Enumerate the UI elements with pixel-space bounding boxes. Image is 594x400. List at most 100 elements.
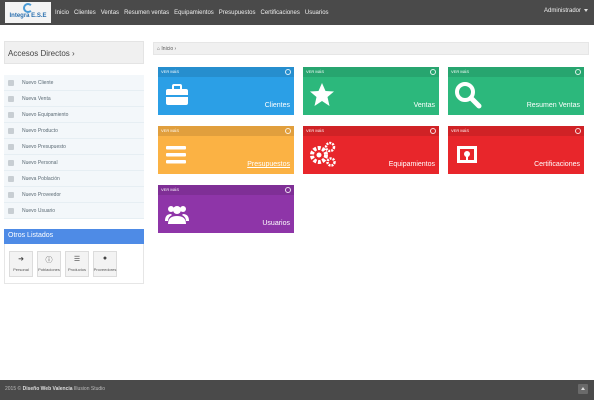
list-icon: ☰ xyxy=(73,256,81,263)
ver-mas-link[interactable]: VER MÁS xyxy=(306,69,324,74)
tile-label: Usuarios xyxy=(262,220,290,227)
tile-header: VER MÁS xyxy=(303,67,439,77)
quick-link-nuevo-personal[interactable]: Nuevo Personal xyxy=(4,155,144,171)
document-icon xyxy=(8,143,14,150)
otros-listados-header: Otros Listados xyxy=(4,229,144,244)
quick-link-label: Nuevo Producto xyxy=(22,127,58,134)
person-icon xyxy=(8,159,14,166)
tile-label: Ventas xyxy=(413,102,435,109)
briefcase-icon xyxy=(166,84,188,105)
quick-link-nuevo-proveedor[interactable]: Nuevo Proveedor xyxy=(4,187,144,203)
wrench-icon xyxy=(8,111,14,118)
arrow-circle-icon xyxy=(575,69,581,75)
quick-link-label: Nuevo Proveedor xyxy=(22,191,61,198)
ver-mas-link[interactable]: VER MÁS xyxy=(161,128,179,133)
footer-brand-link[interactable]: Diseño Web Valencia xyxy=(23,386,73,392)
tile-header: VER MÁS xyxy=(158,67,294,77)
listado-personal-button[interactable]: ➜ Personal xyxy=(9,251,33,277)
nav-item-resumen-ventas[interactable]: Resumen ventas xyxy=(124,10,169,16)
listado-poblaciones-button[interactable]: ⓘ Poblaciones xyxy=(37,251,61,277)
globe-icon: ● xyxy=(102,255,108,262)
breadcrumb-home[interactable]: ⌂ Inicio › xyxy=(157,46,176,52)
quick-link-label: Nuevo Personal xyxy=(22,159,58,166)
tile-label: Presupuestos xyxy=(247,161,290,168)
brand-logo[interactable]: Integra E.S.E xyxy=(5,2,51,23)
footer-year: 2015 © xyxy=(5,386,22,392)
tile-equipamientos[interactable]: VER MÁS Equipamientos xyxy=(303,126,439,174)
quick-link-label: Nuevo Presupuesto xyxy=(22,143,66,150)
ver-mas-link[interactable]: VER MÁS xyxy=(161,187,179,192)
nav-item-ventas[interactable]: Ventas xyxy=(101,10,119,16)
listado-label: Productos xyxy=(67,267,86,272)
breadcrumb-text: Inicio › xyxy=(161,46,177,52)
otros-listados-panel: ➜ Personal ⓘ Poblaciones ☰ Productos ● P… xyxy=(4,244,144,284)
quick-link-label: Nuevo Cliente xyxy=(22,79,54,86)
search-icon xyxy=(455,82,482,109)
quick-link-label: Nueva Población xyxy=(22,175,60,182)
quick-links-list: Nuevo Cliente Nueva Venta Nuevo Equipami… xyxy=(4,75,144,219)
info-icon: ⓘ xyxy=(45,257,53,264)
tile-header: VER MÁS xyxy=(158,185,294,195)
nav-item-equipamientos[interactable]: Equipamientos xyxy=(174,10,214,16)
quick-link-nueva-venta[interactable]: Nueva Venta xyxy=(4,91,144,107)
user-menu[interactable]: Administrador xyxy=(544,8,588,14)
breadcrumb: ⌂ Inicio › xyxy=(153,42,589,55)
tile-label: Clientes xyxy=(264,102,290,109)
listado-label: Poblaciones xyxy=(38,267,60,272)
ver-mas-link[interactable]: VER MÁS xyxy=(451,128,469,133)
arrow-circle-icon xyxy=(285,187,291,193)
tile-label: Certificaciones xyxy=(534,161,580,168)
listado-label: Personal xyxy=(13,267,29,272)
ver-mas-link[interactable]: VER MÁS xyxy=(451,69,469,74)
nav-item-certificaciones[interactable]: Certificaciones xyxy=(261,10,300,16)
listado-proveedores-button[interactable]: ● Proveedores xyxy=(93,251,117,277)
nav-item-clientes[interactable]: Clientes xyxy=(74,10,96,16)
quick-link-nuevo-usuario[interactable]: Nuevo Usuario xyxy=(4,203,144,219)
nav-item-inicio[interactable]: Inicio xyxy=(55,10,69,16)
otros-listados-title: Otros Listados xyxy=(8,232,54,239)
quick-link-nuevo-presupuesto[interactable]: Nuevo Presupuesto xyxy=(4,139,144,155)
arrow-circle-icon xyxy=(285,128,291,134)
quick-link-label: Nueva Venta xyxy=(22,95,51,102)
tile-ventas[interactable]: VER MÁS Ventas xyxy=(303,67,439,115)
tile-header: VER MÁS xyxy=(158,126,294,136)
home-icon xyxy=(8,79,14,86)
nav-item-presupuestos[interactable]: Presupuestos xyxy=(219,10,256,16)
quick-link-nuevo-producto[interactable]: Nuevo Producto xyxy=(4,123,144,139)
caret-down-icon xyxy=(584,8,588,12)
quick-link-label: Nuevo Usuario xyxy=(22,207,56,214)
tile-resumen-ventas[interactable]: VER MÁS Resumen Ventas xyxy=(448,67,584,115)
ver-mas-link[interactable]: VER MÁS xyxy=(306,128,324,133)
footer-copyright: 2015 © Diseño Web Valencia Illusion Stud… xyxy=(5,386,105,392)
quick-link-nuevo-equipamiento[interactable]: Nuevo Equipamiento xyxy=(4,107,144,123)
tile-clientes[interactable]: VER MÁS Clientes xyxy=(158,67,294,115)
user-name: Administrador xyxy=(543,8,581,14)
nav-menu: Inicio Clientes Ventas Resumen ventas Eq… xyxy=(55,0,334,25)
listado-label: Proveedores xyxy=(93,267,117,272)
list-icon xyxy=(166,146,186,164)
user-icon xyxy=(8,207,14,214)
arrow-circle-icon xyxy=(575,128,581,134)
scroll-top-button[interactable] xyxy=(578,384,588,394)
tile-presupuestos[interactable]: VER MÁS Presupuestos xyxy=(158,126,294,174)
quick-link-nueva-poblacion[interactable]: Nueva Población xyxy=(4,171,144,187)
tile-certificaciones[interactable]: VER MÁS Certificaciones xyxy=(448,126,584,174)
truck-icon xyxy=(8,191,14,198)
accesos-directos-title[interactable]: Accesos Directos › xyxy=(8,49,75,58)
users-icon xyxy=(165,206,189,224)
location-icon xyxy=(8,175,14,182)
tile-header: VER MÁS xyxy=(303,126,439,136)
nav-item-usuarios[interactable]: Usuarios xyxy=(305,10,329,16)
tile-label: Resumen Ventas xyxy=(526,102,580,109)
quick-link-nuevo-cliente[interactable]: Nuevo Cliente xyxy=(4,75,144,91)
tile-usuarios[interactable]: VER MÁS Usuarios xyxy=(158,185,294,233)
tile-header: VER MÁS xyxy=(448,67,584,77)
top-navbar: Integra E.S.E Inicio Clientes Ventas Res… xyxy=(0,0,594,25)
quick-link-label: Nuevo Equipamiento xyxy=(22,111,69,118)
arrow-circle-icon xyxy=(430,69,436,75)
listado-productos-button[interactable]: ☰ Productos xyxy=(65,251,89,277)
arrow-circle-icon xyxy=(430,128,436,134)
certificate-icon xyxy=(457,146,477,163)
logo-text: Integra E.S.E xyxy=(9,13,47,19)
ver-mas-link[interactable]: VER MÁS xyxy=(161,69,179,74)
